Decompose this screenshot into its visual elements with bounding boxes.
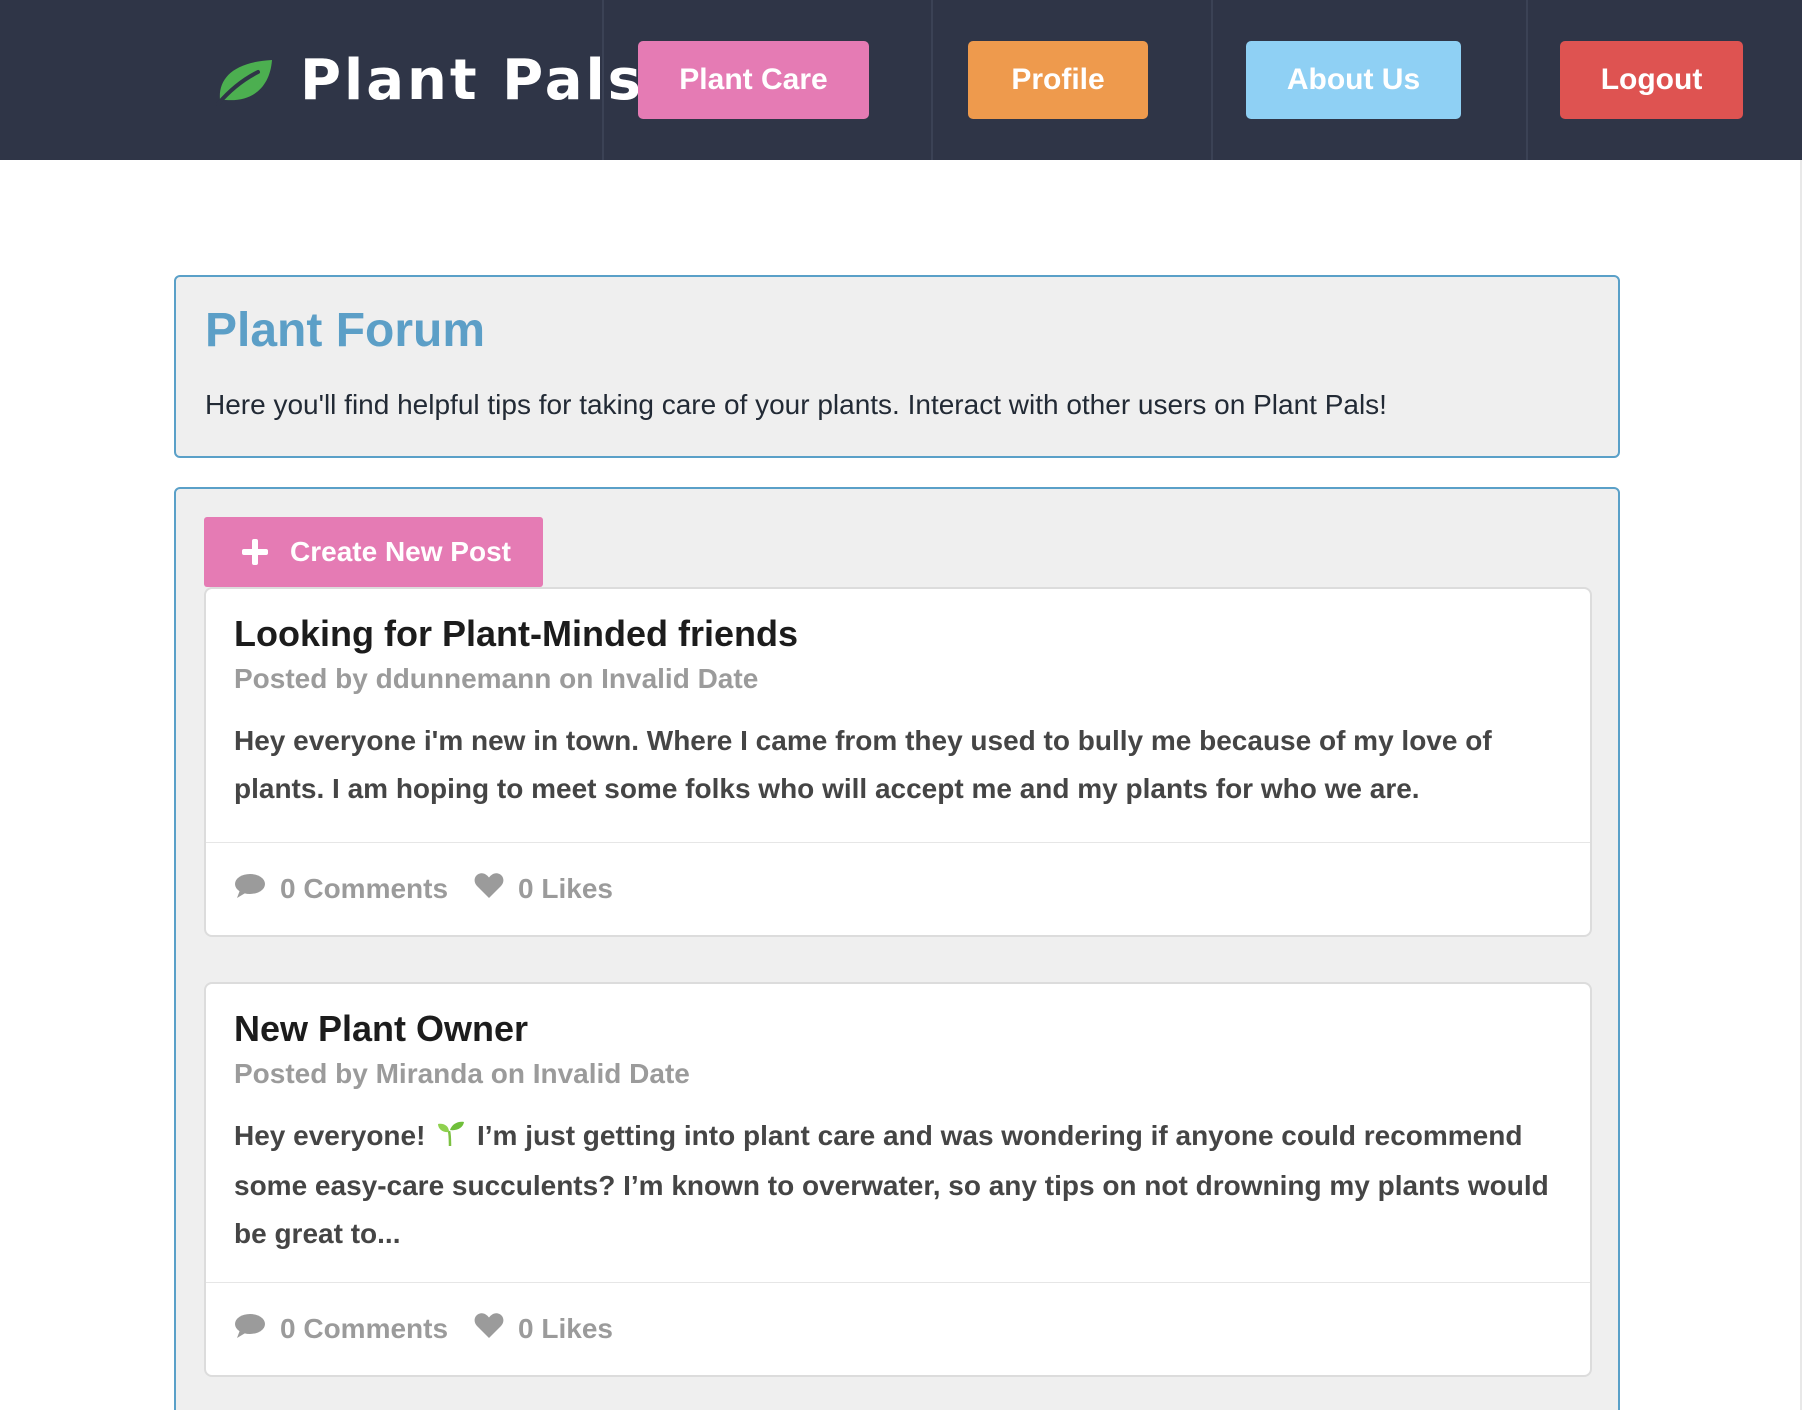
sprout-emoji-icon <box>437 1114 465 1162</box>
post-card[interactable]: New Plant Owner Posted by Miranda on Inv… <box>204 982 1592 1377</box>
plant-care-button[interactable]: Plant Care <box>638 41 869 119</box>
post-title[interactable]: New Plant Owner <box>234 1008 528 1050</box>
post-body-start: Hey everyone! <box>234 1120 426 1151</box>
post-body-rest: I’m just getting into plant care and was… <box>234 1120 1549 1249</box>
comment-icon <box>234 1313 266 1346</box>
post-card[interactable]: Looking for Plant-Minded friends Posted … <box>204 587 1592 937</box>
nav-divider <box>602 0 604 160</box>
post-feed[interactable]: Create New Post Looking for Plant-Minded… <box>174 487 1620 1410</box>
brand-title: Plant Pals <box>300 48 645 113</box>
post-footer: 0 Comments 0 Likes <box>206 842 1590 935</box>
comments-button[interactable]: 0 Comments <box>234 873 448 906</box>
leaf-icon <box>214 56 276 106</box>
screen: Plant Pals Plant Care Profile About Us L… <box>0 0 1802 1410</box>
likes-count: 0 Likes <box>518 1313 613 1344</box>
heart-icon <box>474 872 504 906</box>
post-title[interactable]: Looking for Plant-Minded friends <box>234 613 798 655</box>
comments-count: 0 Comments <box>280 1313 449 1344</box>
logout-button[interactable]: Logout <box>1560 41 1743 119</box>
likes-button[interactable]: 0 Likes <box>474 872 613 906</box>
create-new-post-button[interactable]: Create New Post <box>204 517 543 587</box>
plus-icon <box>242 539 268 565</box>
comment-icon <box>234 873 266 906</box>
likes-button[interactable]: 0 Likes <box>474 1312 613 1346</box>
profile-button[interactable]: Profile <box>968 41 1148 119</box>
navbar: Plant Pals Plant Care Profile About Us L… <box>0 0 1802 160</box>
brand[interactable]: Plant Pals <box>214 46 644 116</box>
likes-count: 0 Likes <box>518 873 613 904</box>
page-subtitle: Here you'll find helpful tips for taking… <box>205 389 1387 420</box>
heart-icon <box>474 1312 504 1346</box>
comments-button[interactable]: 0 Comments <box>234 1313 448 1346</box>
nav-divider <box>1526 0 1528 160</box>
comments-count: 0 Comments <box>280 873 449 904</box>
nav-divider <box>1211 0 1213 160</box>
post-footer: 0 Comments 0 Likes <box>206 1282 1590 1375</box>
about-us-button[interactable]: About Us <box>1246 41 1461 119</box>
create-new-post-label: Create New Post <box>290 536 511 567</box>
post-body: Hey everyone! I’m just getting into plan… <box>234 1112 1564 1258</box>
nav-divider <box>931 0 933 160</box>
post-meta: Posted by ddunnemann on Invalid Date <box>234 663 759 694</box>
forum-header-panel: Plant Forum Here you'll find helpful tip… <box>174 275 1620 458</box>
post-body: Hey everyone i'm new in town. Where I ca… <box>234 725 1492 804</box>
page-title: Plant Forum <box>205 304 486 357</box>
post-meta: Posted by Miranda on Invalid Date <box>234 1058 690 1089</box>
